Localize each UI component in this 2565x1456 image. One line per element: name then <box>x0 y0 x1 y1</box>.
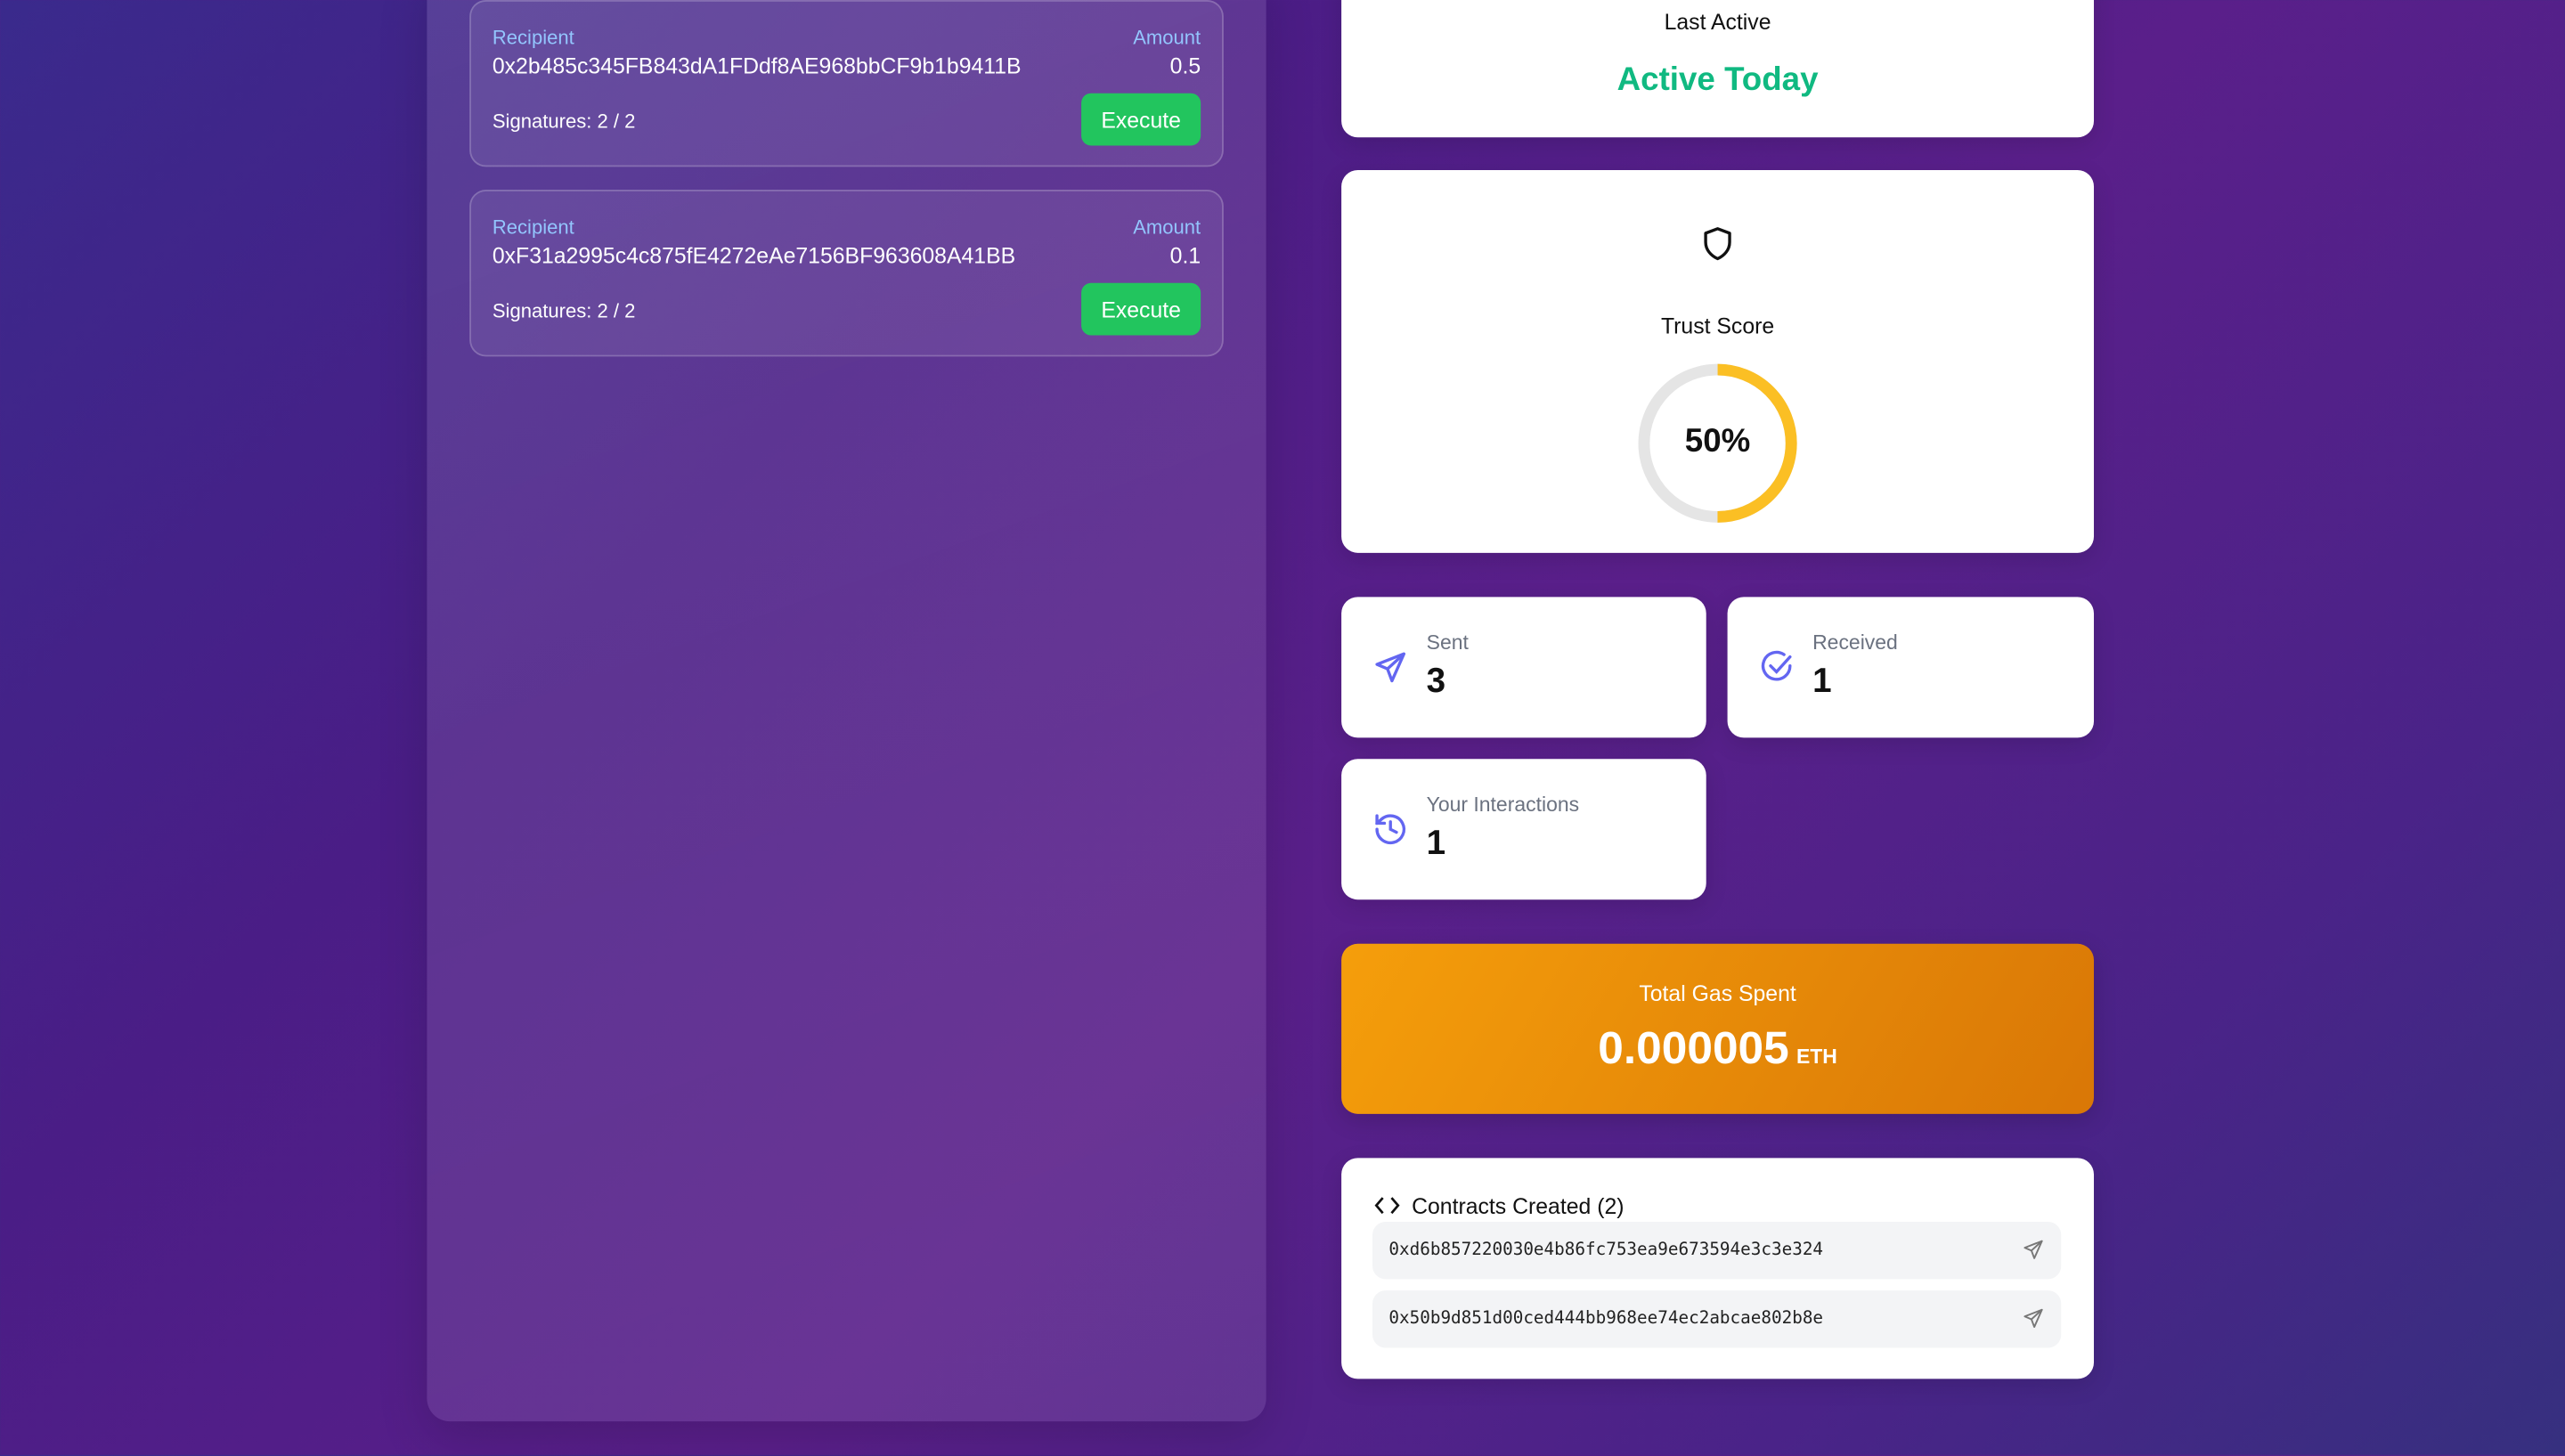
transaction-card: Recipient Amount 0x2b485c345FB843dA1FDdf… <box>469 0 1224 167</box>
gas-label: Total Gas Spent <box>1639 981 1796 1006</box>
contracts-created-card: Contracts Created (2) 0xd6b857220030e4b8… <box>1341 1158 2095 1379</box>
gas-value: 0.000005 <box>1598 1021 1789 1073</box>
trust-score-card: Trust Score 50% <box>1341 170 2095 553</box>
send-icon <box>1375 652 1406 683</box>
amount-label: Amount <box>1133 26 1201 50</box>
last-active-value: Active Today <box>1616 61 1819 99</box>
contracts-title: Contracts Created (2) <box>1412 1193 1624 1219</box>
total-gas-card: Total Gas Spent 0.000005 ETH <box>1341 943 2095 1114</box>
stat-label: Your Interactions <box>1426 793 1580 817</box>
amount-value: 0.5 <box>1169 53 1201 79</box>
stat-label: Sent <box>1426 630 1469 655</box>
trust-score-value: 50% <box>1684 423 1751 460</box>
send-icon[interactable] <box>2022 1307 2045 1330</box>
recipient-address: 0xF31a2995c4c875fE4272eAe7156BF963608A41… <box>492 243 1016 269</box>
stat-card-interactions: Your Interactions 1 <box>1341 759 1706 900</box>
contract-item[interactable]: 0xd6b857220030e4b86fc753ea9e673594e3c3e3… <box>1372 1222 2062 1280</box>
signatures-count: Signatures: 2 / 2 <box>492 110 636 133</box>
recipient-label: Recipient <box>492 26 574 50</box>
history-icon <box>1375 814 1406 844</box>
stat-value: 1 <box>1426 824 1446 862</box>
trust-score-label: Trust Score <box>1660 313 1775 339</box>
stat-card-sent: Sent 3 <box>1341 597 1706 738</box>
amount-value: 0.1 <box>1169 243 1201 269</box>
contract-item[interactable]: 0x50b9d851d00ced444bb968ee74ec2abcae802b… <box>1372 1290 2062 1348</box>
stat-label: Received <box>1812 630 1898 655</box>
execute-button[interactable]: Execute <box>1081 282 1201 336</box>
check-circle-icon <box>1761 650 1792 681</box>
gas-unit: ETH <box>1796 1045 1837 1069</box>
amount-label: Amount <box>1133 216 1201 240</box>
stat-value: 3 <box>1426 662 1446 701</box>
contract-address: 0x50b9d851d00ced444bb968ee74ec2abcae802b… <box>1388 1308 1824 1329</box>
signatures-count: Signatures: 2 / 2 <box>492 299 636 322</box>
contract-address: 0xd6b857220030e4b86fc753ea9e673594e3c3e3… <box>1388 1240 1824 1260</box>
last-active-card: Last Active Active Today <box>1341 0 2095 138</box>
stat-value: 1 <box>1812 662 1832 701</box>
send-icon[interactable] <box>2022 1238 2045 1261</box>
transaction-card: Recipient Amount 0xF31a2995c4c875fE4272e… <box>469 190 1224 357</box>
execute-button[interactable]: Execute <box>1081 93 1201 146</box>
recipient-label: Recipient <box>492 216 574 240</box>
code-icon <box>1374 1197 1400 1215</box>
recipient-address: 0x2b485c345FB843dA1FDdf8AE968bbCF9b1b941… <box>492 53 1022 79</box>
stat-card-received: Received 1 <box>1727 597 2095 738</box>
last-active-label: Last Active <box>1664 10 1771 35</box>
shield-icon <box>1704 227 1731 261</box>
